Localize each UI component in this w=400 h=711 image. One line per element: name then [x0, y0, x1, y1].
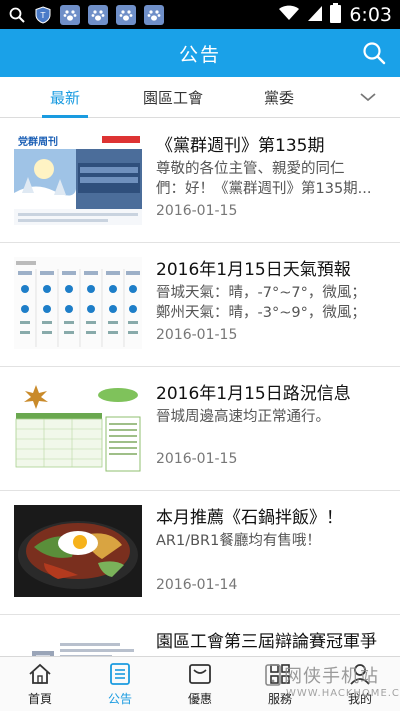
paw-icon	[88, 4, 108, 25]
signal-icon	[308, 5, 323, 25]
status-bar-system: 6:03	[278, 2, 392, 27]
tab-latest[interactable]: 最新	[42, 77, 88, 118]
status-bar: T 6:03	[0, 0, 400, 29]
description-line: 們：好！《黨群週刊》第135期...	[156, 181, 372, 197]
description-line: 尊敬的各位主管、親愛的同仁	[156, 161, 345, 177]
nav-label: 優惠	[187, 691, 212, 706]
battery-icon	[330, 2, 342, 27]
nav-services[interactable]: 服務	[240, 657, 320, 711]
tab-party-committee[interactable]: 黨委	[262, 77, 296, 118]
search-icon	[8, 6, 26, 24]
chevron-down-icon	[360, 93, 376, 102]
list-item[interactable]: 2016年1月15日路況信息 晉城周邊高速均正常通行。 2016-01-15	[0, 367, 400, 491]
article-date: 2016-01-14	[156, 577, 238, 593]
bottom-navigation: 首頁 公告 優惠 服務 我的	[0, 656, 400, 711]
list-item[interactable]: 本月推薦《石鍋拌飯》！ AR1/BR1餐廳均有售哦！ 2016-01-14	[0, 491, 400, 615]
more-tabs-button[interactable]	[356, 85, 380, 109]
list-item[interactable]: 2016年1月15日天氣預報 晉城天氣：晴，-7°~7°，微風； 鄭州天氣：晴，…	[0, 243, 400, 367]
nav-announcements[interactable]: 公告	[80, 657, 160, 711]
article-title: 2016年1月15日天氣預報	[156, 260, 351, 280]
status-bar-notifications: T	[8, 4, 164, 25]
article-description: 尊敬的各位主管、親愛的同仁 們：好！《黨群週刊》第135期...	[156, 159, 386, 199]
article-date: 2016-01-15	[156, 327, 238, 343]
article-title: 本月推薦《石鍋拌飯》！	[156, 508, 343, 528]
article-thumbnail	[14, 629, 142, 656]
app-bar: 公告	[0, 29, 400, 77]
nav-label: 首頁	[27, 691, 52, 706]
article-date: 2016-01-15	[156, 451, 238, 467]
tab-park-union[interactable]: 園區工會	[141, 77, 205, 118]
article-title: 《黨群週刊》第135期	[156, 136, 325, 156]
inbox-icon	[187, 662, 213, 686]
description-line: 晉城周邊高速均正常通行。	[156, 409, 330, 425]
list-item[interactable]: 党群周刊 《黨群週刊》第135期 尊敬的各位主管、親愛的同仁 們：好！《黨群週刊…	[0, 119, 400, 243]
nav-profile[interactable]: 我的	[320, 657, 400, 711]
article-date: 2016-01-15	[156, 203, 238, 219]
nav-offers[interactable]: 優惠	[160, 657, 240, 711]
article-description: 晉城周邊高速均正常通行。	[156, 407, 386, 427]
article-description: AR1/BR1餐廳均有售哦！	[156, 531, 386, 551]
svg-text:T: T	[40, 11, 46, 20]
grid-icon	[267, 662, 293, 686]
search-button[interactable]	[360, 39, 388, 67]
paw-icon	[60, 4, 80, 25]
nav-label: 我的	[347, 691, 372, 706]
article-title: 園區工會第三屆辯論賽冠軍爭	[156, 632, 377, 652]
description-line: 鄭州天氣：晴，-3°~9°，微風；	[156, 305, 366, 321]
description-line: 晉城天氣：晴，-7°~7°，微風；	[156, 285, 366, 301]
paw-icon	[144, 4, 164, 25]
article-thumbnail	[14, 257, 142, 349]
clock: 6:03	[349, 3, 392, 26]
description-line: AR1/BR1餐廳均有售哦！	[156, 533, 321, 549]
nav-label: 服務	[267, 691, 292, 706]
article-description: 晉城天氣：晴，-7°~7°，微風； 鄭州天氣：晴，-3°~9°，微風；	[156, 283, 386, 323]
home-icon	[27, 662, 53, 686]
article-thumbnail	[14, 381, 142, 473]
nav-label: 公告	[107, 691, 132, 706]
article-thumbnail: 党群周刊	[14, 133, 142, 225]
shield-icon: T	[34, 5, 52, 24]
document-icon	[107, 662, 133, 686]
article-thumbnail	[14, 505, 142, 597]
category-tabs: 最新 園區工會 黨委	[0, 77, 400, 118]
search-icon	[363, 42, 386, 65]
article-title: 2016年1月15日路況信息	[156, 384, 351, 404]
wifi-icon	[278, 5, 300, 25]
page-title: 公告	[178, 43, 221, 66]
article-list: 党群周刊 《黨群週刊》第135期 尊敬的各位主管、親愛的同仁 們：好！《黨群週刊…	[0, 119, 400, 656]
list-item[interactable]: 園區工會第三屆辯論賽冠軍爭	[0, 615, 400, 656]
thumb-masthead: 党群周刊	[18, 135, 58, 148]
person-icon	[347, 662, 373, 686]
paw-icon	[116, 4, 136, 25]
nav-home[interactable]: 首頁	[0, 657, 80, 711]
